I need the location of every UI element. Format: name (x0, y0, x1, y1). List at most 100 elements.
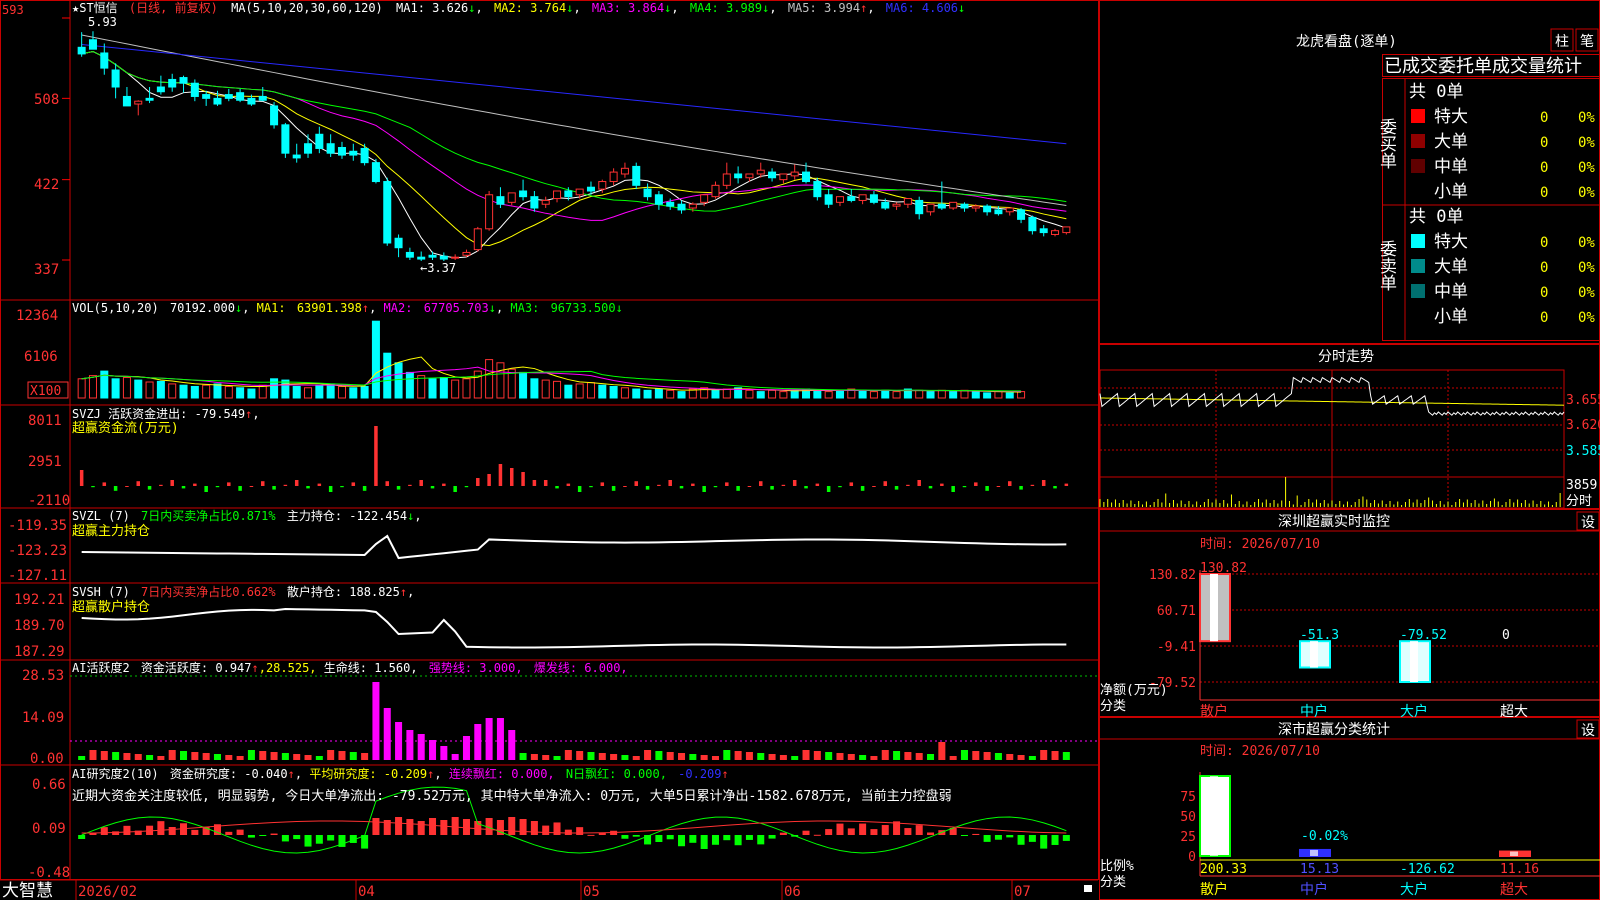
svzj-bar (770, 486, 774, 490)
svzj-title: 超赢资金流(万元) (72, 420, 179, 436)
ai-research-bar (462, 819, 470, 835)
candle-body (1028, 216, 1037, 232)
buy-row-count: 0 (1540, 185, 1548, 201)
volume-bar (337, 385, 346, 399)
svzj-bar (374, 426, 378, 486)
lock-icon[interactable] (1084, 885, 1092, 892)
candle-body (1051, 230, 1060, 235)
svzj-bar (498, 464, 503, 486)
ai-activity-bar (802, 750, 810, 760)
candle-body (496, 196, 505, 205)
ai-activity-bar (304, 755, 312, 760)
ai-activity-bar (236, 756, 244, 760)
ai2-label-top: 0.66 (32, 777, 66, 793)
ai-research-bar (745, 835, 753, 840)
svzj-bar (826, 486, 831, 492)
moving-average-lines (81, 34, 1067, 259)
volume-bar (326, 383, 335, 399)
volume-bar (835, 389, 844, 399)
candle-body (745, 173, 754, 179)
ai2-name: AI研究度2(10) (72, 766, 159, 781)
monitor-bar-chart: 130.8260.71-9.41-79.52130.82散户-51.3中户-79… (1149, 561, 1600, 720)
ai-activity-bar (587, 752, 595, 760)
volume-bar (779, 391, 788, 399)
ai-research-bar (870, 829, 878, 835)
volume-bar (553, 380, 562, 399)
price-label-508: 508 (34, 92, 59, 108)
candle-body (802, 171, 811, 183)
ai-activity-bar (881, 750, 889, 760)
svzj-bar (306, 486, 310, 489)
volume-bar (937, 389, 946, 399)
volume-bar (892, 391, 901, 399)
ai-research-bar (100, 827, 108, 835)
ai-activity-bar (983, 752, 991, 760)
svzj-bar (227, 482, 231, 486)
stock-name[interactable]: ★ST恒信 (72, 1, 118, 15)
volume-bar (983, 392, 992, 399)
candle-body (983, 205, 992, 213)
candle-body (915, 199, 924, 215)
volume-bar (915, 389, 924, 399)
svzj-bar (645, 486, 650, 490)
sell-side-label: 委卖单 (1376, 240, 1397, 291)
buy-side-label: 委买单 (1376, 118, 1397, 169)
vol-ma3-label: MA3: (510, 301, 539, 315)
ai-activity-bar (78, 756, 86, 760)
svsh-line (81, 607, 1067, 649)
intraday-price-label-1: 3.655 (1566, 393, 1600, 408)
ai-activity-bar (825, 752, 833, 760)
volume-bar (224, 385, 233, 399)
volume-bar (711, 389, 720, 399)
svzj-bar (736, 486, 740, 491)
ai-activity-bar (1028, 756, 1036, 760)
ai1-value2: ,28.525, (259, 661, 317, 675)
ai2-avg: 平均研究度: -0.209 (309, 766, 427, 781)
svzj-bar (125, 486, 129, 487)
x-label-apr: 04 (358, 884, 375, 900)
candle-body (847, 196, 856, 201)
candle-body (485, 194, 494, 230)
ai-research-bar (825, 829, 833, 835)
svsh-hold: 散户持仓: 188.825 (287, 584, 400, 599)
ai-research-bar (78, 835, 86, 839)
volume-bar (168, 383, 177, 399)
ma-params: MA(5,10,20,30,60,120) (231, 1, 383, 15)
ai-activity-bar (519, 753, 527, 760)
svzj-bar (940, 483, 944, 486)
volume-bar (439, 377, 448, 399)
ai-activity-bar (791, 756, 799, 760)
ai-activity-bar (508, 730, 516, 760)
ai-activity-bar (723, 750, 731, 760)
candle-body (949, 201, 958, 209)
ai-activity-bar (100, 751, 108, 760)
volume-bar (485, 359, 494, 399)
candle-body (666, 201, 675, 207)
ai-activity-bar (474, 724, 482, 760)
candle-body (654, 194, 663, 205)
candle-body (824, 194, 833, 205)
svsh-name: SVSH (7) (72, 585, 130, 599)
x-label-jul: 07 (1014, 884, 1031, 900)
ai2-arrow2: ↑ (427, 767, 434, 781)
ai-research-bar (191, 829, 199, 835)
volume-bar (213, 383, 222, 399)
volume-bar (281, 379, 290, 399)
monitor-bar-shine (1210, 574, 1218, 642)
svsh-label-bot: 187.29 (14, 644, 65, 660)
svsh-arrow: ↑ (400, 585, 407, 599)
period-label[interactable]: (日线, 前复权) (129, 0, 218, 15)
svzj-bar (883, 481, 888, 486)
monitor-bar-value: -51.3 (1300, 628, 1339, 643)
svzj-bar (657, 484, 661, 486)
volume-bar (530, 378, 539, 399)
ai-activity-bar (383, 708, 391, 760)
ai-activity-bar (745, 752, 753, 760)
volume-bar (1017, 391, 1026, 399)
svzl-label-bot: -127.11 (8, 568, 67, 584)
ai-activity-bar (180, 751, 188, 760)
ma4-value: MA4: 3.989 (690, 1, 762, 15)
candle-body (620, 167, 629, 175)
candle-body (88, 39, 97, 50)
monitor-bar-shine (1310, 641, 1318, 668)
